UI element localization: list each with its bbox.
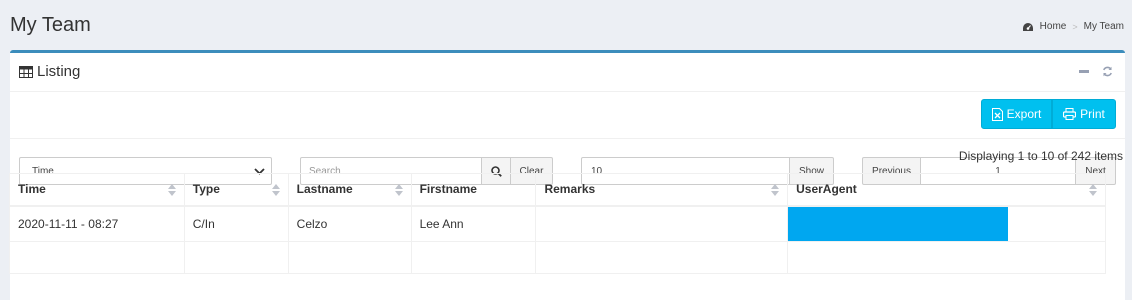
cell-type (183, 240, 289, 274)
print-label: Print (1080, 107, 1105, 121)
sort-icon (167, 184, 176, 196)
print-icon (1063, 108, 1077, 120)
cell-remarks (535, 205, 789, 242)
box-header: Listing (10, 53, 1125, 92)
column-header-useragent[interactable]: UserAgent (787, 173, 1106, 207)
cell-firstname (410, 240, 537, 274)
box-title-label: Listing (37, 63, 81, 80)
table-icon (19, 65, 33, 78)
dashboard-icon (1022, 22, 1033, 31)
cell-lastname: Celzo (287, 205, 412, 242)
page-header: My Team Home > My Team (0, 0, 1132, 50)
export-button-group: Export Print (981, 99, 1116, 129)
breadcrumb-separator: > (1072, 21, 1078, 32)
breadcrumb: Home > My Team (1022, 21, 1124, 32)
cell-time (9, 240, 185, 274)
cell-useragent (787, 205, 1106, 242)
cell-time: 2020-11-11 - 08:27 (9, 205, 185, 242)
cell-firstname: Lee Ann (410, 205, 537, 242)
breadcrumb-home-link[interactable]: Home (1040, 21, 1067, 32)
divider (10, 138, 1125, 139)
file-excel-icon (991, 107, 1003, 121)
breadcrumb-current: My Team (1083, 21, 1124, 32)
print-button[interactable]: Print (1052, 99, 1116, 129)
cell-useragent (787, 240, 1106, 274)
sort-icon (1089, 184, 1097, 196)
refresh-icon[interactable] (1101, 65, 1113, 77)
column-header-remarks[interactable]: Remarks (535, 173, 789, 207)
cell-lastname (287, 240, 412, 274)
export-label: Export (1006, 107, 1042, 121)
table-row: 2020-11-11 - 08:27 C/In Celzo Lee Ann (9, 205, 1106, 242)
table-row (9, 240, 1106, 274)
column-header-type[interactable]: Type (183, 173, 289, 207)
sort-icon (394, 184, 403, 196)
redacted-block (787, 206, 1009, 241)
column-header-lastname[interactable]: Lastname (287, 173, 412, 207)
column-header-time[interactable]: Time (9, 173, 185, 207)
cell-type: C/In (183, 205, 289, 242)
box-title: Listing (19, 63, 80, 80)
collapse-icon[interactable] (1078, 65, 1090, 77)
export-button[interactable]: Export (981, 99, 1052, 129)
data-table: Time Type Lastname Firstname Remarks Use… (9, 173, 1106, 274)
box-tools (1078, 65, 1113, 77)
sort-icon (771, 184, 780, 196)
page-title: My Team (10, 14, 91, 36)
sort-icon (271, 184, 280, 196)
displaying-count: Displaying 1 to 10 of 242 items (958, 149, 1123, 163)
table-header-row: Time Type Lastname Firstname Remarks Use… (9, 173, 1106, 207)
cell-remarks (535, 240, 789, 274)
column-header-firstname[interactable]: Firstname (410, 173, 537, 207)
